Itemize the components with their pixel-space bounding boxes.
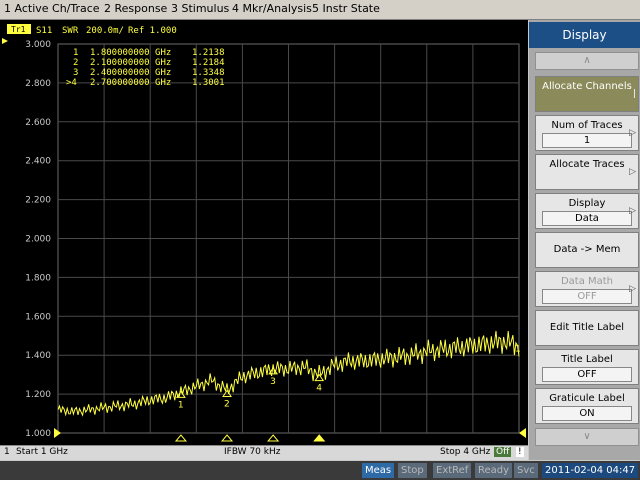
marker-readout-value: 1.3001 <box>192 78 225 88</box>
data-math-button[interactable]: Data Math OFF ▷ <box>535 271 639 307</box>
trace-header: Tr1 S11 SWR 200.0m/ Ref 1.000 <box>7 24 177 36</box>
menu-instr-state[interactable]: 5 Instr State <box>312 2 380 15</box>
allocate-channels-button[interactable]: Allocate Channels | <box>535 76 639 112</box>
menu-mkr-analysis[interactable]: 4 Mkr/Analysis <box>232 2 312 15</box>
y-tick-label: 2.600 <box>25 118 51 128</box>
scroll-up-button[interactable]: ∧ <box>535 52 639 70</box>
allocate-channels-label: Allocate Channels <box>542 81 632 92</box>
allocate-traces-label: Allocate Traces <box>549 159 625 170</box>
marker-position-triangle <box>313 434 326 442</box>
status-meas: Meas <box>362 463 395 478</box>
y-tick-label: 2.200 <box>25 196 51 206</box>
averaging-off-badge[interactable]: Off <box>494 447 512 457</box>
marker-readout-label: 2 <box>73 58 78 68</box>
display-label: Display <box>568 198 606 209</box>
trace-plot[interactable]: 3.000 2.800 2.600 2.400 2.200 2.000 1.800 1.600… <box>0 20 528 445</box>
trace-end-label: 1 <box>515 344 521 354</box>
marker-readout-freq: 2.400000000 GHz <box>90 68 171 78</box>
trace-scale: 200.0m/ <box>86 26 124 36</box>
marker-readout-freq: 1.800000000 GHz <box>90 48 171 58</box>
channel-number: 1 <box>4 447 10 457</box>
marker-position-triangle <box>267 434 280 442</box>
marker-readout-label: >4 <box>66 78 77 88</box>
y-tick-label: 1.800 <box>25 273 51 283</box>
status-ready: Ready <box>475 463 513 478</box>
menu-bar: 1 Active Ch/Trace 2 Response 3 Stimulus … <box>0 0 640 20</box>
data-to-mem-label: Data -> Mem <box>553 244 621 255</box>
status-stop: Stop <box>398 463 427 478</box>
num-of-traces-button[interactable]: Num of Traces 1 ▷ <box>535 115 639 151</box>
trace-ref: Ref 1.000 <box>128 26 177 36</box>
y-tick-label: 3.000 <box>25 40 51 50</box>
marker-readout-freq: 2.100000000 GHz <box>90 58 171 68</box>
menu-stimulus[interactable]: 3 Stimulus <box>171 2 229 15</box>
marker-number: 2 <box>224 400 230 410</box>
submenu-arrow-icon: ▷ <box>629 206 636 216</box>
marker-number: 3 <box>270 377 276 387</box>
y-tick-labels: 3.000 2.800 2.600 2.400 2.200 2.000 1.800 1.600… <box>25 40 51 439</box>
trace-param: S11 <box>36 26 52 36</box>
y-tick-label: 1.600 <box>25 312 51 322</box>
trace-format: SWR <box>62 26 79 36</box>
y-tick-label: 2.400 <box>25 157 51 167</box>
active-trace-arrow <box>2 38 8 44</box>
title-label-value: OFF <box>542 367 632 382</box>
marker-readout-table: 1 1.800000000 GHz 1.2138 2 2.100000000 GHz 1.… <box>66 48 225 88</box>
y-tick-label: 1.200 <box>25 390 51 400</box>
data-math-label: Data Math <box>560 276 614 287</box>
y-tick-label: 1.400 <box>25 351 51 361</box>
y-tick-label: 2.800 <box>25 79 51 89</box>
softkey-menu-title[interactable]: Display <box>529 22 640 48</box>
marker-number: 1 <box>178 400 184 410</box>
marker-position-triangle <box>174 434 188 442</box>
num-of-traces-label: Num of Traces <box>551 120 623 131</box>
trace-tag: Tr1 <box>11 25 26 34</box>
scroll-up-icon: ∧ <box>583 55 591 66</box>
title-label-button[interactable]: Title Label OFF <box>535 349 639 385</box>
status-extref: ExtRef <box>433 463 472 478</box>
data-to-mem-button[interactable]: Data -> Mem <box>535 232 639 268</box>
display-button[interactable]: Display Data ▷ <box>535 193 639 229</box>
marker-number: 4 <box>316 384 322 394</box>
menu-active-ch-trace[interactable]: 1 Active Ch/Trace <box>4 2 100 15</box>
marker-readout-label: 3 <box>73 68 78 78</box>
marker-readout-value: 1.3348 <box>192 68 225 78</box>
marker-position-triangle <box>220 434 234 442</box>
marker-readout-value: 1.2138 <box>192 48 225 58</box>
data-math-value: OFF <box>542 289 632 304</box>
scroll-down-button[interactable]: ∨ <box>535 428 639 446</box>
status-datetime: 2011-02-04 04:47 <box>542 463 639 478</box>
title-label-label: Title Label <box>561 354 613 365</box>
scroll-down-icon: ∨ <box>583 431 591 442</box>
graticule <box>57 43 520 434</box>
marker-readout-value: 1.2184 <box>192 58 225 68</box>
ref-level-arrow-right <box>519 428 526 438</box>
channel-status-bar: 1 Start 1 GHz IFBW 70 kHz Stop 4 GHz Off… <box>0 445 528 460</box>
marker-readout-label: 1 <box>73 48 78 58</box>
graticule-label-value: ON <box>542 406 632 421</box>
warning-bang: ! <box>516 447 524 457</box>
sweep-stop[interactable]: Stop 4 GHz <box>440 447 490 457</box>
display-value: Data <box>542 211 632 226</box>
marker-readout-freq: 2.700000000 GHz <box>90 78 171 88</box>
instrument-status-bar: Meas Stop ExtRef Ready Svc 2011-02-04 04… <box>0 461 640 480</box>
sweep-start[interactable]: Start 1 GHz <box>16 447 68 457</box>
edit-title-label-label: Edit Title Label <box>549 322 625 333</box>
allocate-traces-button[interactable]: Allocate Traces ▷ <box>535 154 639 190</box>
num-of-traces-value: 1 <box>542 133 632 148</box>
graticule-label-label: Graticule Label <box>549 393 625 404</box>
menu-response[interactable]: 2 Response <box>104 2 167 15</box>
submenu-arrow-icon: ▷ <box>629 128 636 138</box>
status-svc: Svc <box>514 463 538 478</box>
y-tick-label: 1.000 <box>25 429 51 439</box>
graticule-label-button[interactable]: Graticule Label ON <box>535 388 639 424</box>
submenu-arrow-icon: ▷ <box>629 167 636 177</box>
ifbw[interactable]: IFBW 70 kHz <box>224 447 280 457</box>
y-tick-label: 2.000 <box>25 235 51 245</box>
edit-title-label-button[interactable]: Edit Title Label <box>535 310 639 346</box>
submenu-arrow-icon: ▷ <box>629 284 636 294</box>
trace-plot-svg: 3.000 2.800 2.600 2.400 2.200 2.000 1.800 1.600… <box>2 24 526 442</box>
submenu-arrow-icon: | <box>632 89 636 99</box>
softkey-panel: Display ∧ Allocate Channels | Num of Tra… <box>529 20 640 460</box>
